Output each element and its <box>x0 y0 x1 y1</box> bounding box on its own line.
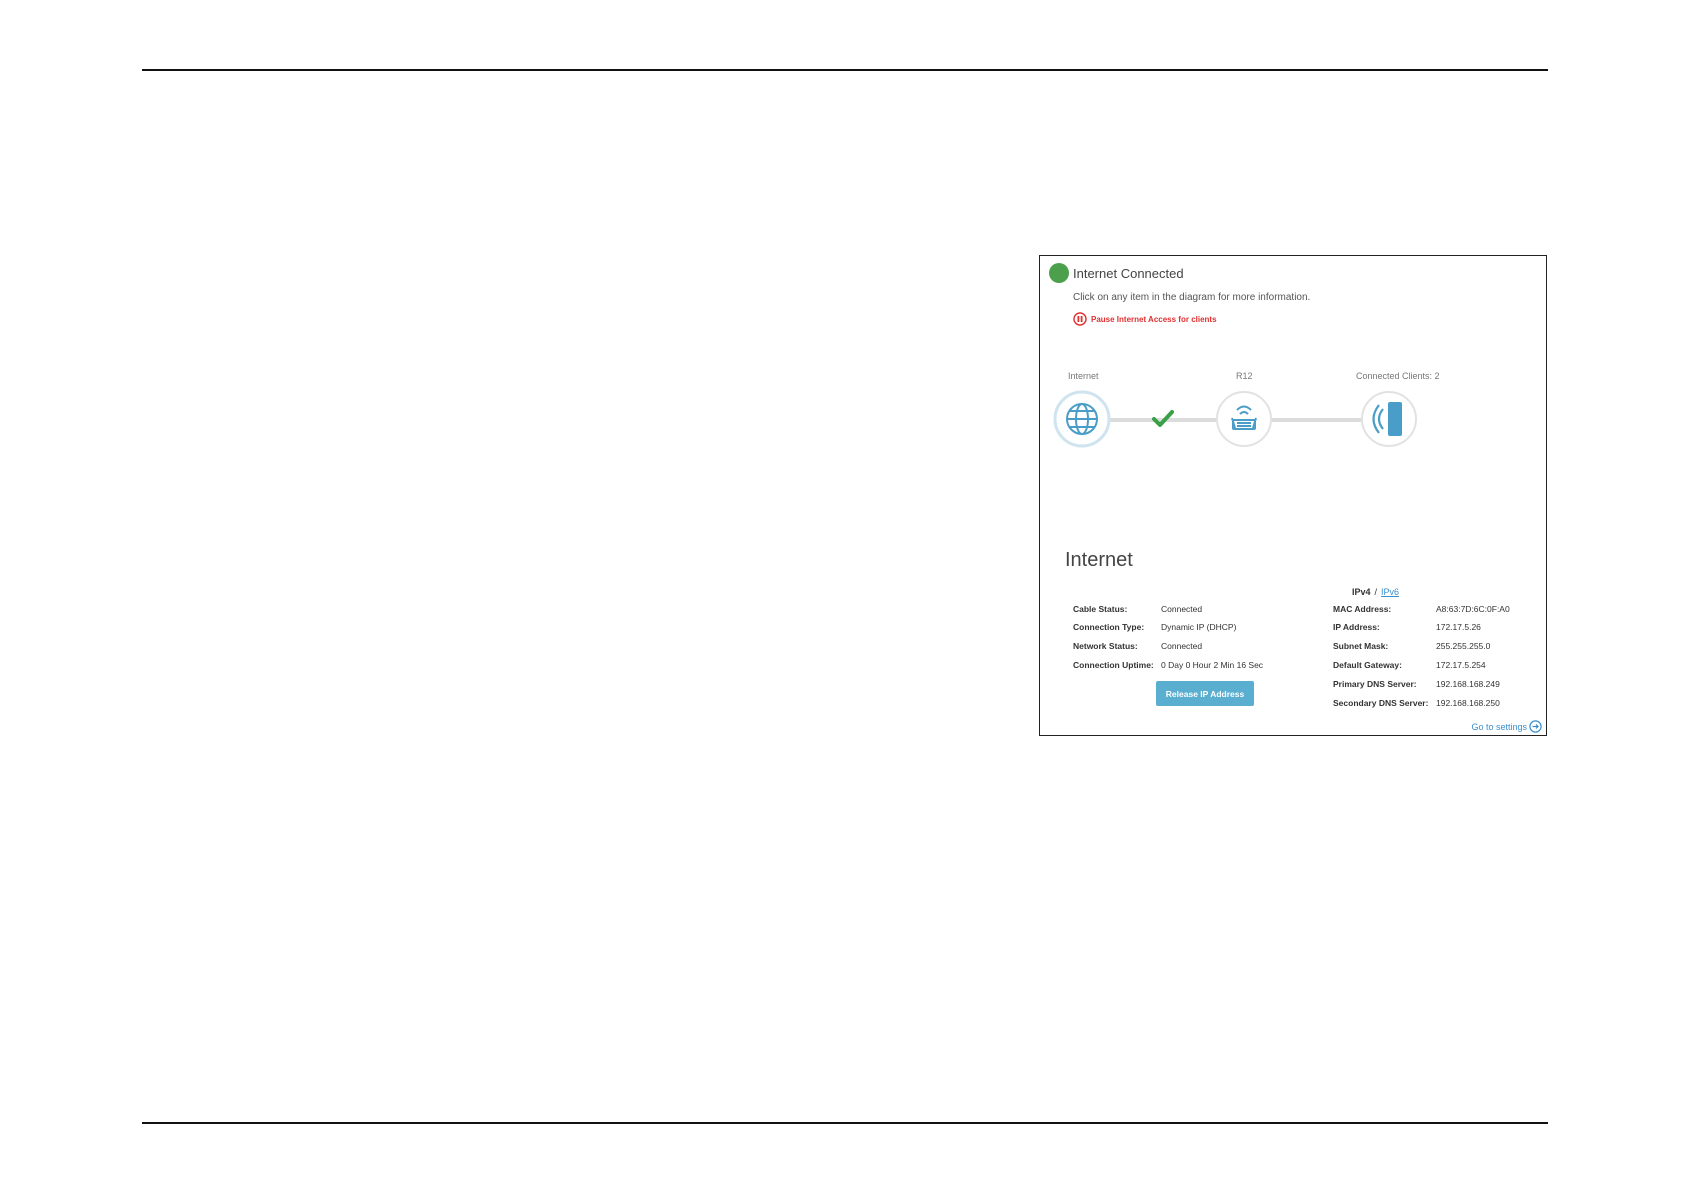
info-value-default-gateway: 172.17.5.254 <box>1436 660 1486 670</box>
check-icon <box>1152 410 1174 427</box>
arrow-right-circle-icon <box>1529 720 1542 733</box>
pause-icon <box>1073 312 1087 326</box>
section-title: Internet <box>1065 549 1133 571</box>
info-value-mac-address: A8:63:7D:6C:0F:A0 <box>1436 604 1510 614</box>
info-row-cable-status: Cable Status: <box>1073 604 1127 614</box>
pause-internet-access-label: Pause Internet Access for clients <box>1091 314 1217 324</box>
router-clients-link <box>1272 418 1366 422</box>
ipv6-tab[interactable]: IPv6 <box>1381 587 1399 597</box>
connected-clients-node[interactable] <box>1360 390 1418 448</box>
info-label: Connection Type: <box>1073 622 1145 632</box>
info-row-ip-address: IP Address: <box>1333 622 1380 632</box>
info-label: Network Status: <box>1073 641 1138 651</box>
ipv4-tab[interactable]: IPv4 <box>1352 587 1371 597</box>
info-row-connection-type: Connection Type: <box>1073 622 1144 632</box>
status-indicator-dot <box>1049 263 1069 283</box>
internet-status-screenshot: Internet Connected Click on any item in … <box>1039 255 1547 736</box>
info-row-secondary-dns: Secondary DNS Server: <box>1333 698 1428 708</box>
info-row-subnet-mask: Subnet Mask: <box>1333 641 1388 651</box>
info-label: Subnet Mask: <box>1333 641 1389 651</box>
info-row-mac-address: MAC Address: <box>1333 604 1391 614</box>
info-label: Connection Uptime: <box>1073 660 1154 670</box>
info-row-primary-dns: Primary DNS Server: <box>1333 679 1417 689</box>
info-label: MAC Address: <box>1333 604 1392 614</box>
clients-node-label: Connected Clients: 2 <box>1356 371 1440 381</box>
info-value-connection-uptime: 0 Day 0 Hour 2 Min 16 Sec <box>1161 660 1264 670</box>
ip-version-switch: IPv4/IPv6 <box>1352 587 1399 597</box>
info-row-network-status: Network Status: <box>1073 641 1138 651</box>
router-node-label: R12 <box>1236 371 1253 381</box>
router-node[interactable] <box>1215 390 1273 448</box>
go-to-settings-link[interactable]: Go to settings <box>1471 720 1542 733</box>
instruction-text: Click on any item in the diagram for mor… <box>1073 292 1311 303</box>
info-label: Secondary DNS Server: <box>1333 698 1429 708</box>
release-ip-address-button[interactable]: Release IP Address <box>1156 681 1254 706</box>
info-label: IP Address: <box>1333 622 1380 632</box>
info-row-default-gateway: Default Gateway: <box>1333 660 1402 670</box>
status-title: Internet Connected <box>1073 266 1184 281</box>
info-value-ip-address: 172.17.5.26 <box>1436 622 1481 632</box>
ip-version-separator: / <box>1374 587 1378 597</box>
pause-internet-access-link[interactable]: Pause Internet Access for clients <box>1073 312 1217 326</box>
bottom-divider <box>142 1122 1548 1124</box>
go-to-settings-label: Go to settings <box>1471 721 1527 732</box>
info-label: Cable Status: <box>1073 604 1128 614</box>
top-divider <box>142 69 1548 71</box>
info-value-connection-type: Dynamic IP (DHCP) <box>1161 622 1237 632</box>
info-label: Primary DNS Server: <box>1333 679 1417 689</box>
info-label: Default Gateway: <box>1333 660 1402 670</box>
info-value-subnet-mask: 255.255.255.0 <box>1436 641 1491 651</box>
internet-node[interactable] <box>1053 390 1111 448</box>
info-value-secondary-dns: 192.168.168.250 <box>1436 698 1500 708</box>
info-row-connection-uptime: Connection Uptime: <box>1073 660 1154 670</box>
info-value-cable-status: Connected <box>1161 604 1203 614</box>
info-value-network-status: Connected <box>1161 641 1203 651</box>
info-value-primary-dns: 192.168.168.249 <box>1436 679 1500 689</box>
internet-node-label: Internet <box>1068 371 1099 381</box>
